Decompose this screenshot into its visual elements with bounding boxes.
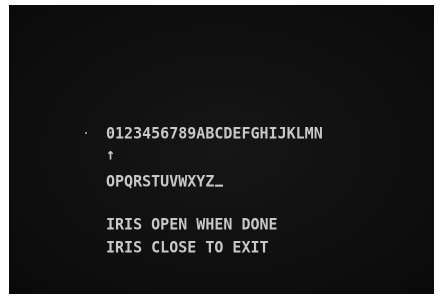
screen-artifact — [85, 132, 87, 134]
character-set-row-2[interactable]: OPQRSTUVWXYZ — [106, 172, 214, 191]
character-set-row-2-container[interactable]: OPQRSTUVWXYZ — [106, 172, 224, 191]
camera-menu-screen: 0123456789ABCDEFGHIJKLMN ↑ OPQRSTUVWXYZ … — [9, 5, 434, 294]
instruction-iris-close: IRIS CLOSE TO EXIT — [106, 238, 269, 257]
monitor-frame: 0123456789ABCDEFGHIJKLMN ↑ OPQRSTUVWXYZ … — [0, 0, 444, 302]
instruction-iris-open: IRIS OPEN WHEN DONE — [106, 215, 278, 234]
underscore-cursor-icon — [215, 184, 224, 187]
character-set-row-1[interactable]: 0123456789ABCDEFGHIJKLMN — [106, 124, 323, 143]
selector-arrow-icon: ↑ — [106, 145, 116, 164]
